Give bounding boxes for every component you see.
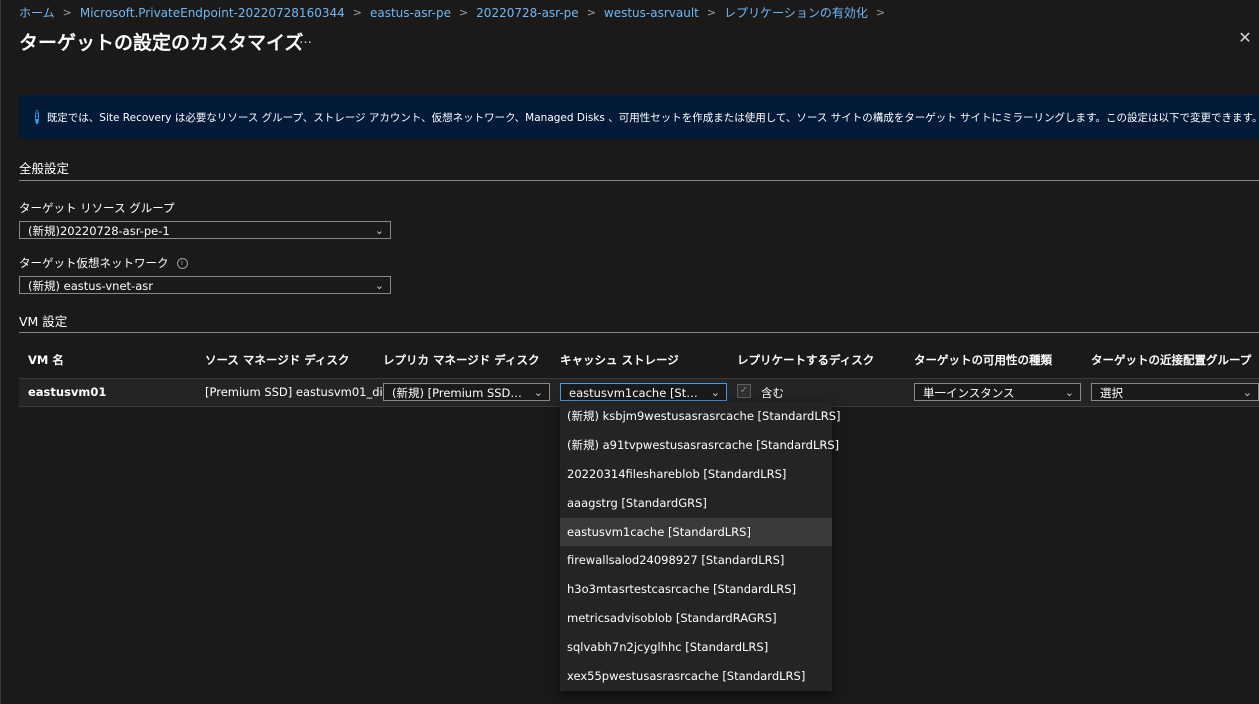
replica-disk-select[interactable]: (新規) [Premium SSD] e... ⌄	[383, 383, 550, 401]
column-header-vm-name: VM 名	[28, 353, 64, 367]
breadcrumb-home[interactable]: ホーム	[19, 4, 55, 21]
chevron-right-icon: >	[458, 6, 469, 19]
availability-type-value: 単一インスタンス	[923, 386, 1015, 400]
cache-option[interactable]: h3o3mtasrtestcasrcache [StandardLRS]	[560, 575, 832, 604]
blade-left-border	[0, 0, 1, 704]
chevron-down-icon: ⌄	[710, 386, 720, 399]
cache-option[interactable]: xex55pwestusasrasrcache [StandardLRS]	[560, 662, 832, 691]
cache-storage-value: eastusvm1cache [Stand...	[569, 386, 719, 400]
chevron-down-icon: ⌄	[1242, 386, 1252, 399]
chevron-down-icon: ⌄	[533, 386, 543, 399]
column-header-cache-storage: キャッシュ ストレージ	[560, 353, 679, 367]
cache-option[interactable]: 20220314fileshareblob [StandardLRS]	[560, 460, 832, 489]
general-settings-title: 全般設定	[19, 161, 70, 176]
cache-option-selected[interactable]: eastusvm1cache [StandardLRS]	[560, 517, 832, 547]
target-vnet-select[interactable]: (新規) eastus-vnet-asr ⌄	[19, 276, 391, 294]
target-vnet-label: ターゲット仮想ネットワーク	[19, 256, 169, 270]
column-header-replica-disk: レプリカ マネージド ディスク	[383, 353, 540, 367]
column-header-proximity-group: ターゲットの近接配置グループ	[1091, 353, 1252, 367]
replicate-disk-label: 含む	[761, 386, 784, 400]
cache-option[interactable]: sqlvabh7n2jcyglhhc [StandardLRS]	[560, 633, 832, 662]
chevron-down-icon: ⌄	[374, 279, 384, 292]
cache-option[interactable]: metricsadvisoblob [StandardRAGRS]	[560, 604, 832, 633]
target-resource-group-label: ターゲット リソース グループ	[19, 201, 175, 215]
breadcrumb-vm[interactable]: eastus-asr-pe	[370, 6, 451, 20]
info-banner: i 既定では、Site Recovery は必要なリソース グループ、ストレージ…	[19, 95, 1259, 139]
breadcrumb-vault[interactable]: westus-asrvault	[604, 6, 699, 20]
chevron-right-icon: >	[706, 6, 717, 19]
target-vnet-value: (新規) eastus-vnet-asr	[28, 279, 153, 293]
availability-type-select[interactable]: 単一インスタンス ⌄	[914, 383, 1081, 401]
cache-option[interactable]: firewallsalod24098927 [StandardLRS]	[560, 546, 832, 575]
target-resource-group-value: (新規)20220728-asr-pe-1	[28, 224, 170, 238]
page-title: ターゲットの設定のカスタマイズ	[19, 32, 304, 54]
source-disk-cell: [Premium SSD] eastusvm01_di...	[205, 385, 394, 399]
chevron-right-icon: >	[875, 6, 886, 19]
chevron-down-icon: ⌄	[374, 224, 384, 237]
vm-name-cell: eastusvm01	[28, 385, 107, 399]
breadcrumb: ホーム > Microsoft.PrivateEndpoint-20220728…	[19, 4, 893, 21]
target-resource-group-select[interactable]: (新規)20220728-asr-pe-1 ⌄	[19, 221, 391, 239]
target-vnet-label-row: ターゲット仮想ネットワーク i	[19, 255, 188, 271]
info-icon: i	[35, 110, 39, 124]
section-divider	[19, 180, 1259, 181]
proximity-group-select[interactable]: 選択 ⌄	[1091, 383, 1259, 401]
column-header-replicate-disks: レプリケートするディスク	[737, 353, 875, 367]
breadcrumb-deployment[interactable]: Microsoft.PrivateEndpoint-20220728160344	[80, 6, 345, 20]
cache-storage-select[interactable]: eastusvm1cache [Stand... ⌄	[560, 383, 727, 401]
cache-option[interactable]: (新規) a91tvpwestusasrasrcache [StandardLR…	[560, 431, 839, 460]
more-options-icon[interactable]: …	[299, 32, 313, 47]
breadcrumb-enable-replication[interactable]: レプリケーションの有効化	[724, 4, 868, 21]
breadcrumb-resource-group[interactable]: 20220728-asr-pe	[476, 6, 579, 20]
chevron-right-icon: >	[62, 6, 72, 19]
column-header-source-disk: ソース マネージド ディスク	[205, 353, 350, 367]
column-header-availability-type: ターゲットの可用性の種類	[914, 353, 1052, 367]
info-circle-icon[interactable]: i	[176, 257, 188, 269]
section-divider	[19, 332, 1259, 333]
proximity-group-value: 選択	[1100, 386, 1123, 400]
close-icon[interactable]: ✕	[1237, 30, 1253, 46]
info-banner-text: 既定では、Site Recovery は必要なリソース グループ、ストレージ ア…	[46, 111, 1259, 124]
chevron-right-icon: >	[586, 6, 596, 19]
cache-option[interactable]: (新規) ksbjm9westusasrasrcache [StandardLR…	[560, 402, 841, 431]
vm-settings-title: VM 設定	[19, 314, 68, 329]
chevron-right-icon: >	[352, 6, 362, 19]
cache-option[interactable]: aaagstrg [StandardGRS]	[560, 489, 832, 518]
replica-disk-value: (新規) [Premium SSD] e...	[392, 386, 537, 400]
chevron-down-icon: ⌄	[1064, 386, 1074, 399]
cache-storage-dropdown-list: (新規) ksbjm9westusasrasrcache [StandardLR…	[560, 402, 841, 691]
replicate-disk-checkbox[interactable]: ✓	[737, 384, 751, 398]
